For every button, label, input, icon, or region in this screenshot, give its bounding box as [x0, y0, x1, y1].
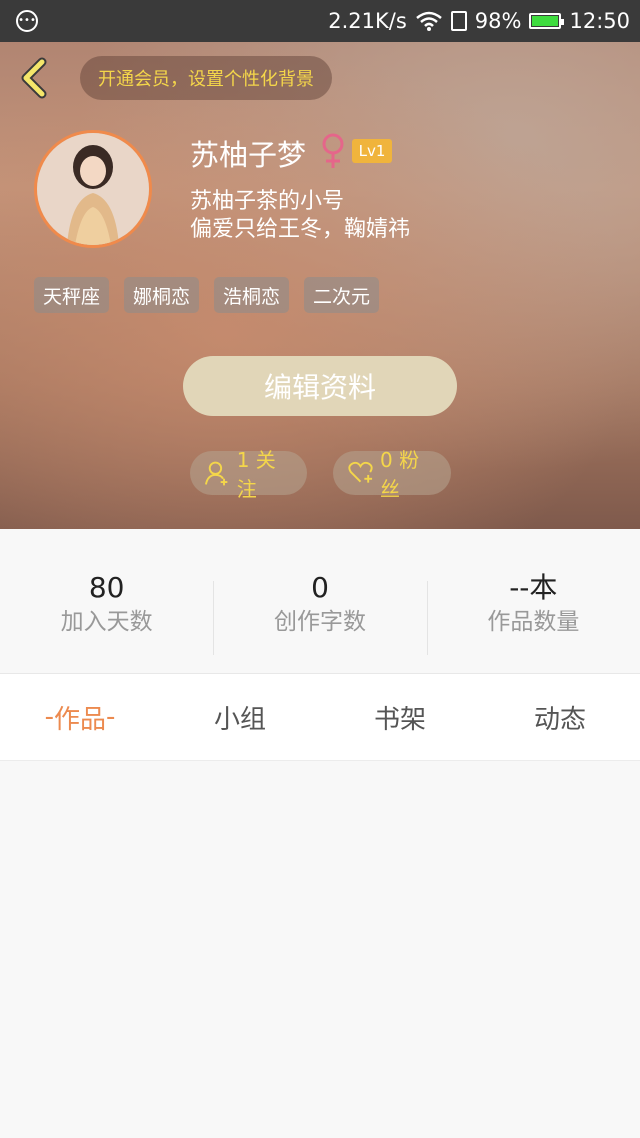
- bio-line: 苏柚子茶的小号: [190, 189, 345, 214]
- nickname: 苏柚子梦: [190, 138, 307, 172]
- stat-label: 加入天数: [60, 609, 153, 635]
- following-count: 1 关注: [236, 448, 276, 501]
- clock: 12:50: [569, 9, 630, 33]
- tab-groups[interactable]: 小组: [160, 674, 320, 760]
- sim-icon: [450, 11, 467, 31]
- level-badge: Lv1: [352, 139, 392, 163]
- tag[interactable]: 天秤座: [34, 277, 110, 313]
- fans-count: 0 粉丝: [380, 448, 420, 501]
- user-plus-icon: [204, 461, 228, 486]
- avatar-image: [37, 133, 149, 245]
- following-button[interactable]: 1 关注: [190, 448, 307, 501]
- profile-header: 开通会员，设置个性化背景 苏柚子梦 Lv1 苏柚子茶的小号 偏爱只给王冬，鞠婧祎…: [0, 42, 640, 529]
- stat-value: 80: [88, 571, 125, 604]
- heart-plus-icon: [348, 461, 373, 483]
- fans-button[interactable]: 0 粉丝: [333, 448, 451, 501]
- bio-line: 偏爱只给王冬，鞠婧祎: [190, 217, 411, 242]
- tab-activity[interactable]: 动态: [480, 674, 640, 760]
- network-speed: 2.21K/s: [328, 9, 407, 33]
- vip-banner[interactable]: 开通会员，设置个性化背景: [80, 56, 332, 100]
- stat-word-count: 0 创作字数: [213, 529, 426, 673]
- tag[interactable]: 二次元: [304, 277, 380, 313]
- edit-profile-button[interactable]: 编辑资料: [183, 356, 457, 416]
- tab-bookshelf[interactable]: 书架: [320, 674, 480, 760]
- stat-join-days: 80 加入天数: [0, 529, 213, 673]
- status-bar: ••• 2.21K/s 98% 12:50: [0, 0, 640, 42]
- stat-label: 作品数量: [487, 609, 580, 635]
- tag-list: 天秤座 娜桐恋 浩桐恋 二次元: [34, 277, 380, 313]
- tab-bar: 作品 小组 书架 动态: [0, 674, 640, 761]
- avatar[interactable]: [34, 130, 152, 248]
- stat-label: 创作字数: [273, 609, 366, 635]
- tab-content-area: [0, 761, 640, 1138]
- stat-value: 0: [311, 571, 329, 604]
- stat-value: --本: [509, 571, 558, 604]
- wifi-icon: [415, 11, 442, 31]
- tab-works[interactable]: 作品: [0, 674, 160, 760]
- tag[interactable]: 浩桐恋: [214, 277, 290, 313]
- stat-works-count: --本 作品数量: [426, 529, 640, 673]
- battery-percent: 98%: [474, 9, 522, 33]
- message-dot-icon: •••: [16, 10, 38, 32]
- bio: 苏柚子茶的小号 偏爱只给王冬，鞠婧祎: [190, 188, 410, 244]
- vip-banner-text: 开通会员，设置个性化背景: [98, 69, 314, 90]
- stats-row: 80 加入天数 0 创作字数 --本 作品数量: [0, 529, 640, 674]
- back-icon[interactable]: [14, 56, 54, 100]
- female-icon: [322, 133, 344, 168]
- battery-icon: [529, 13, 565, 29]
- tag[interactable]: 娜桐恋: [124, 277, 200, 313]
